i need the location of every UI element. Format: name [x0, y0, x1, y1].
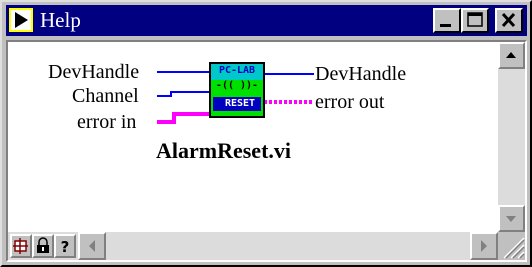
- lock-icon: [37, 237, 49, 253]
- title-bar[interactable]: Help: [6, 5, 527, 36]
- channel-wire: [157, 91, 210, 97]
- arrow-up-icon: [506, 52, 516, 58]
- window-title: Help: [40, 8, 81, 32]
- output-label-error-out: error out: [315, 91, 385, 113]
- maximize-icon: [467, 12, 483, 27]
- lock-button[interactable]: [32, 234, 54, 258]
- show-detail-icon: [13, 238, 28, 254]
- scroll-down-button[interactable]: [498, 205, 525, 232]
- vi-icon-text-line3: RESET: [224, 98, 256, 109]
- vi-icon-text-line2: -(( ))-: [215, 80, 259, 91]
- arrow-right-icon: [481, 240, 487, 252]
- minimize-icon: [440, 24, 451, 27]
- output-label-devhandle: DevHandle: [315, 63, 407, 85]
- scroll-left-button[interactable]: [78, 232, 106, 260]
- labview-app-icon[interactable]: [9, 8, 33, 32]
- minimize-button[interactable]: [433, 8, 461, 33]
- scroll-right-button[interactable]: [470, 232, 498, 260]
- close-button[interactable]: [495, 8, 523, 33]
- help-question-button[interactable]: ?: [54, 234, 76, 258]
- maximize-button[interactable]: [461, 8, 489, 33]
- help-question-icon: ?: [61, 238, 70, 256]
- bottom-toolbar-scrollbar: ?: [8, 232, 525, 260]
- vertical-scrollbar[interactable]: [498, 42, 525, 232]
- arrow-left-icon: [89, 240, 95, 252]
- show-detail-button[interactable]: [10, 234, 32, 258]
- resize-grip[interactable]: [498, 232, 525, 260]
- resize-grip-icon: [503, 237, 525, 259]
- arrow-down-icon: [506, 216, 516, 222]
- input-label-error-in: error in: [77, 111, 137, 133]
- vi-icon-text-line1: PC-LAB: [218, 65, 256, 76]
- input-label-devhandle: DevHandle: [48, 61, 140, 83]
- scroll-up-button[interactable]: [498, 42, 525, 69]
- help-window: Help DevHandle Channel error in DevHandl…: [0, 0, 532, 267]
- svg-text:?: ?: [61, 238, 70, 256]
- error-in-wire: [157, 112, 210, 124]
- help-content-area: DevHandle Channel error in DevHandle err…: [6, 40, 527, 262]
- vi-name: AlarmReset.vi: [156, 138, 292, 163]
- connector-diagram: DevHandle Channel error in DevHandle err…: [8, 42, 498, 232]
- input-label-channel: Channel: [72, 85, 139, 107]
- close-icon: [501, 12, 516, 28]
